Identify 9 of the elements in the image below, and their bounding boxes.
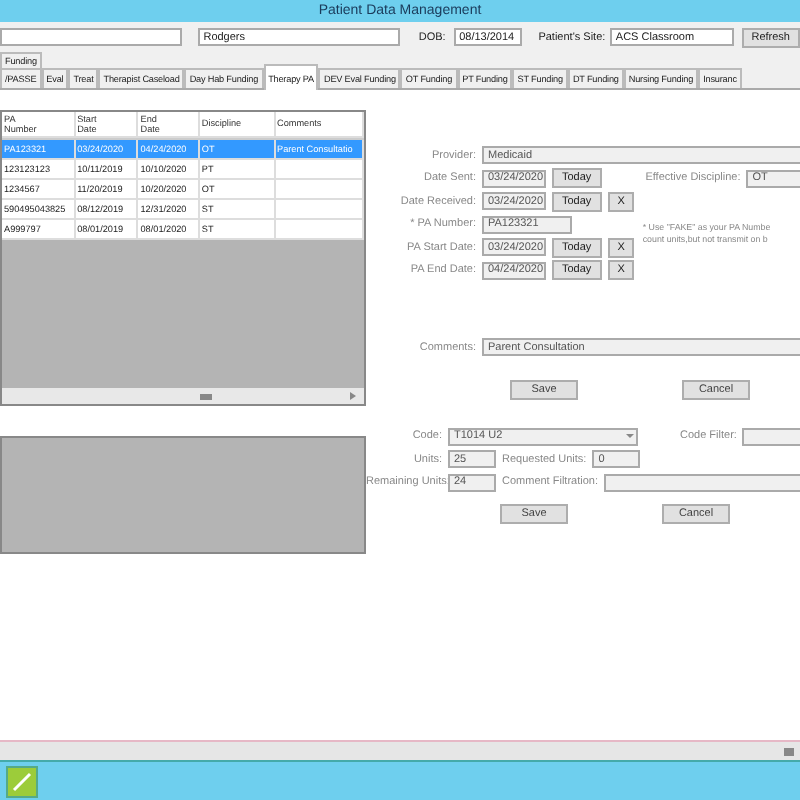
first-name-field[interactable]	[0, 28, 183, 46]
scroll-arrow-icon[interactable]	[350, 392, 356, 400]
table-cell	[275, 220, 364, 240]
comment-filtration-field[interactable]	[604, 473, 800, 492]
code-filter-field[interactable]	[742, 427, 800, 446]
horizontal-scrollbar[interactable]	[2, 388, 364, 404]
app-icon[interactable]	[6, 765, 38, 797]
scroll-thumb[interactable]	[200, 393, 212, 399]
grip-icon	[784, 747, 794, 755]
